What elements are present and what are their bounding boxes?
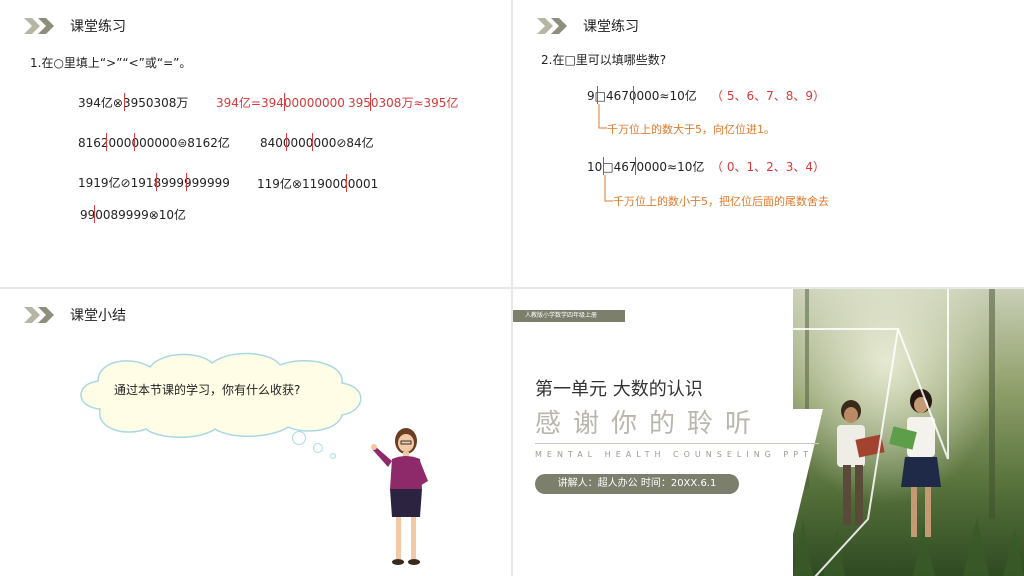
- digit-marker: [286, 133, 287, 151]
- row1-right: 3950308万≈395亿: [348, 96, 459, 110]
- q2-note: 千万位上的数小于5，把亿位后面的尾数舍去: [613, 195, 829, 208]
- digit-marker: [186, 173, 187, 191]
- header-title: 课堂练习: [583, 19, 639, 35]
- presenter-badge: 讲解人：超人办公 时间：20XX.6.1: [535, 474, 739, 494]
- digit-marker: [124, 93, 125, 111]
- thought-bubble: [313, 443, 323, 453]
- row2-left: 8162000000000⊜8162亿: [78, 136, 230, 150]
- double-chevron-icon: [24, 16, 62, 36]
- digit-marker: [312, 133, 313, 151]
- bracket-connector: [604, 175, 613, 202]
- q1-answer: （ 5、6、7、8、9）: [711, 89, 825, 103]
- q1-note: 千万位上的数大于5，向亿位进1。: [607, 123, 775, 136]
- thought-bubble: [292, 431, 306, 445]
- bracket-connector: [598, 104, 607, 129]
- digit-marker: [633, 86, 634, 104]
- slide-practice-2: 课堂练习 2.在□里可以填哪些数? 9□4670000≈10亿 （ 5、6、7、…: [513, 0, 1024, 287]
- q2-expression: 10□4670000≈10亿: [587, 160, 705, 174]
- double-chevron-icon: [537, 16, 575, 36]
- slide-header: 课堂练习: [24, 14, 126, 38]
- q1-expression: 9□4670000≈10亿: [587, 89, 697, 103]
- digit-marker: [134, 133, 135, 151]
- row3-right: 119亿⊗1190000001: [257, 177, 379, 191]
- thanks-text: 感谢你的聆听: [535, 409, 764, 439]
- row2-right: 8400000000⊘84亿: [260, 136, 374, 150]
- digit-marker: [94, 205, 95, 223]
- digit-marker: [346, 174, 347, 192]
- header-title: 课堂小结: [70, 308, 126, 324]
- slide-header: 课堂小结: [24, 303, 126, 327]
- cloud-text: 通过本节课的学习，你有什么收获?: [114, 383, 301, 397]
- header-title: 课堂练习: [70, 19, 126, 35]
- divider: [535, 443, 819, 444]
- slide-practice-1: 课堂练习 1.在○里填上“>”“<”或“=”。 394亿⊗3950308万 39…: [0, 0, 511, 287]
- row3-left: 1919亿⊘1918999999999: [78, 176, 230, 190]
- digit-marker: [635, 157, 636, 175]
- instruction: 1.在○里填上“>”“<”或“=”。: [30, 56, 192, 70]
- row1-left: 394亿⊗3950308万: [78, 96, 189, 110]
- thought-bubble: [330, 453, 336, 459]
- digit-marker: [603, 157, 604, 175]
- digit-marker: [156, 173, 157, 191]
- slide-header: 课堂练习: [537, 14, 639, 38]
- teacher-illustration: [371, 428, 428, 565]
- digit-marker: [284, 93, 285, 111]
- q2-answer: （ 0、1、2、3、4）: [711, 160, 825, 174]
- white-diagonal-mask: [783, 409, 823, 576]
- digit-marker: [106, 133, 107, 151]
- digit-marker: [597, 86, 598, 104]
- slide-title: 第一单元 大数的认识: [535, 379, 703, 400]
- row1-mid: 394亿=39400000000: [216, 96, 345, 110]
- question: 2.在□里可以填哪些数?: [541, 53, 667, 67]
- row4-left: 990089999⊗10亿: [80, 208, 187, 222]
- slide-summary: 课堂小结 通过本节课的学习，你有什么收获?: [0, 289, 511, 576]
- series-caption: 人教版小学数学四年级上册: [513, 310, 625, 322]
- subtitle-en: MENTAL HEALTH COUNSELING PPT: [535, 450, 813, 459]
- slide-thanks: 人教版小学数学四年级上册 第一单元 大数的认识 感谢你的聆听 MENTAL HE…: [513, 289, 1024, 576]
- double-chevron-icon: [24, 305, 62, 325]
- digit-marker: [370, 93, 371, 111]
